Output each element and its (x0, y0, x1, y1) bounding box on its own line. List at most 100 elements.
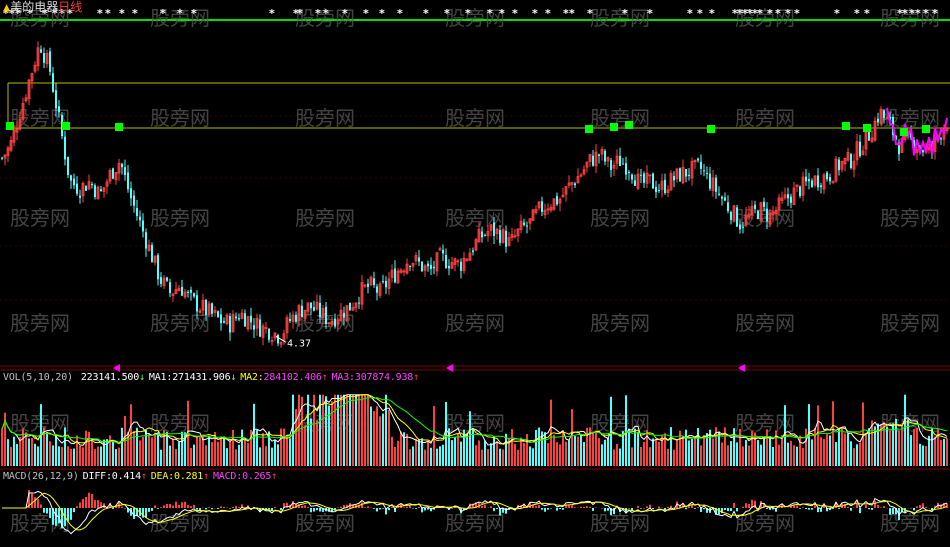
watermark-text: 股旁网 (295, 206, 355, 230)
signal-star-marker: * (545, 7, 551, 20)
volume-bar (205, 445, 207, 466)
volume-bar (787, 442, 789, 466)
volume-bar (583, 442, 585, 466)
candle-body (799, 186, 801, 197)
candle-body (190, 289, 192, 293)
signal-star-marker: * (864, 7, 870, 20)
candle-body (721, 196, 723, 199)
candle-body (157, 255, 159, 280)
signal-star-marker: * (160, 7, 166, 20)
cursor-triangle-marker (738, 364, 745, 372)
signal-square-marker (842, 122, 850, 130)
candle-body (100, 189, 102, 191)
volume-bar (274, 439, 276, 466)
candle-body (145, 232, 147, 249)
volume-bar (616, 443, 618, 466)
candle-body (259, 319, 261, 337)
candle-body (319, 302, 321, 318)
volume-bar (58, 446, 60, 466)
candle-body (244, 313, 246, 327)
volume-bar (478, 440, 480, 466)
volume-bar (67, 446, 69, 466)
volume-bar (484, 440, 486, 466)
volume-bar (595, 430, 597, 466)
candle-body (229, 316, 231, 333)
ma1-value: 271431.906 (172, 372, 231, 383)
volume-bar (364, 394, 366, 466)
candle-body (151, 244, 153, 263)
volume-bar (667, 448, 669, 466)
volume-bar (115, 449, 117, 466)
signal-star-marker: * (512, 7, 518, 20)
volume-bar (223, 436, 225, 466)
candle-body (805, 176, 807, 182)
volume-bar (565, 441, 567, 466)
candle-body (382, 281, 384, 283)
volume-bar (934, 436, 936, 466)
candle-body (634, 180, 636, 186)
volume-bar (796, 446, 798, 466)
ma2-value: 284102.406 (263, 372, 322, 383)
dea-label: DEA: (150, 471, 175, 482)
candle-body (724, 197, 726, 201)
volume-bar (856, 444, 858, 466)
signal-star-marker: * (105, 7, 111, 20)
volume-bar (487, 449, 489, 466)
candle-body (376, 286, 378, 293)
candle-body (43, 53, 45, 63)
chart-canvas[interactable]: 股旁网 股旁网 股旁网 股旁网 股旁网 股旁网 股旁网股旁网 股旁网 股旁网 股旁网 股旁网 股旁网股… (0, 0, 950, 547)
volume-bar (640, 446, 642, 466)
volume-bar (592, 431, 594, 466)
volume-bar (97, 446, 99, 466)
volume-bar (814, 427, 816, 466)
volume-bar (598, 438, 600, 466)
watermark-text: 股旁网 (590, 6, 650, 30)
signal-square-marker (863, 124, 871, 132)
volume-bar (70, 448, 72, 466)
signal-star-marker: * (697, 7, 703, 20)
signal-star-marker: * (191, 7, 197, 20)
candle-body (49, 51, 51, 72)
candle-body (460, 261, 462, 271)
candle-body (277, 334, 279, 344)
volume-bar (718, 431, 720, 466)
candle-body (757, 211, 759, 219)
candle-body (493, 222, 495, 236)
volume-bar (553, 434, 555, 466)
volume-bar (277, 444, 279, 466)
watermark-text: 股旁网 (590, 511, 650, 535)
candle-body (343, 312, 345, 318)
candle-body (142, 220, 144, 232)
volume-bar (532, 448, 534, 466)
volume-bar (394, 446, 396, 466)
volume-bar (910, 435, 912, 466)
volume-bar (313, 394, 315, 466)
volume-bar (373, 411, 375, 466)
volume-bar (658, 442, 660, 466)
watermark-text: 股旁网 (445, 106, 505, 130)
volume-bar (322, 394, 324, 466)
volume-bar (607, 437, 609, 466)
volume-bar (334, 394, 336, 466)
volume-bar (52, 445, 54, 466)
volume-bar (283, 428, 285, 466)
candle-body (427, 263, 429, 267)
signal-square-marker (610, 123, 618, 131)
volume-bar (391, 436, 393, 466)
candle-body (430, 264, 432, 269)
volume-bar (103, 439, 105, 466)
low-price-label: 4.37 (287, 338, 311, 349)
volume-bar (655, 439, 657, 466)
volume-bar (568, 440, 570, 466)
volume-bar (898, 430, 900, 466)
volume-bar (847, 433, 849, 466)
volume-bar (700, 445, 702, 466)
volume-bar (643, 441, 645, 466)
volume-bar (538, 427, 540, 466)
volume-bar (628, 428, 630, 466)
candle-body (223, 321, 225, 323)
watermark-text: 股旁网 (880, 311, 940, 335)
volume-bar (520, 437, 522, 466)
volume-bar (853, 448, 855, 466)
volume-bar (424, 449, 426, 466)
